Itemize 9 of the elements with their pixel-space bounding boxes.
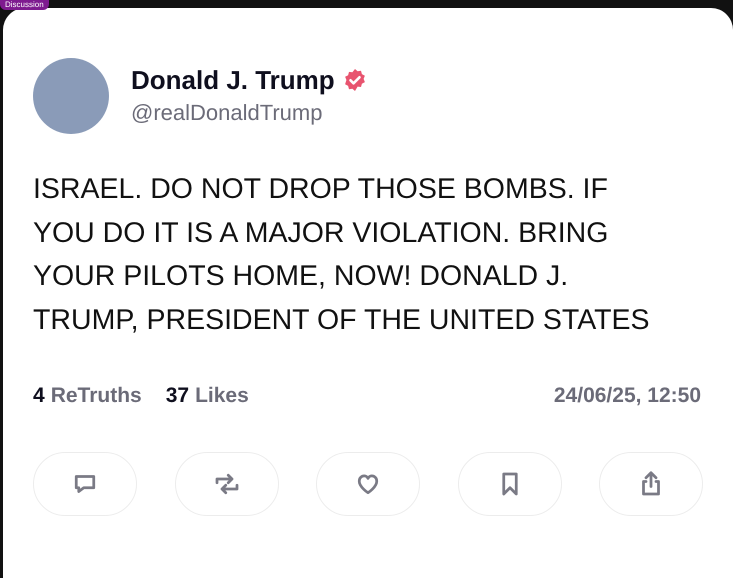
post-text: ISRAEL. DO NOT DROP THOSE BOMBS. IF YOU DO IT IS A MAJOR VIOLATION. BRING YOUR PILOTS HOME, NOW! DONALD J. TRUMP, PRESIDENT OF THE UNITED STATES [33,172,651,338]
post-timestamp: 24/06/25, 12:50 [554,383,701,409]
stat-label[interactable]: ReTruths [50,380,142,412]
stat-count: 4 [33,383,45,409]
author-name[interactable]: Donald J. Trump [131,64,335,96]
author-handle[interactable]: @realDonaldTrump [131,98,367,128]
stat-label[interactable]: Likes [195,380,249,412]
category-tag[interactable]: Discussion [0,0,49,10]
stat-count: 37 [166,383,190,409]
